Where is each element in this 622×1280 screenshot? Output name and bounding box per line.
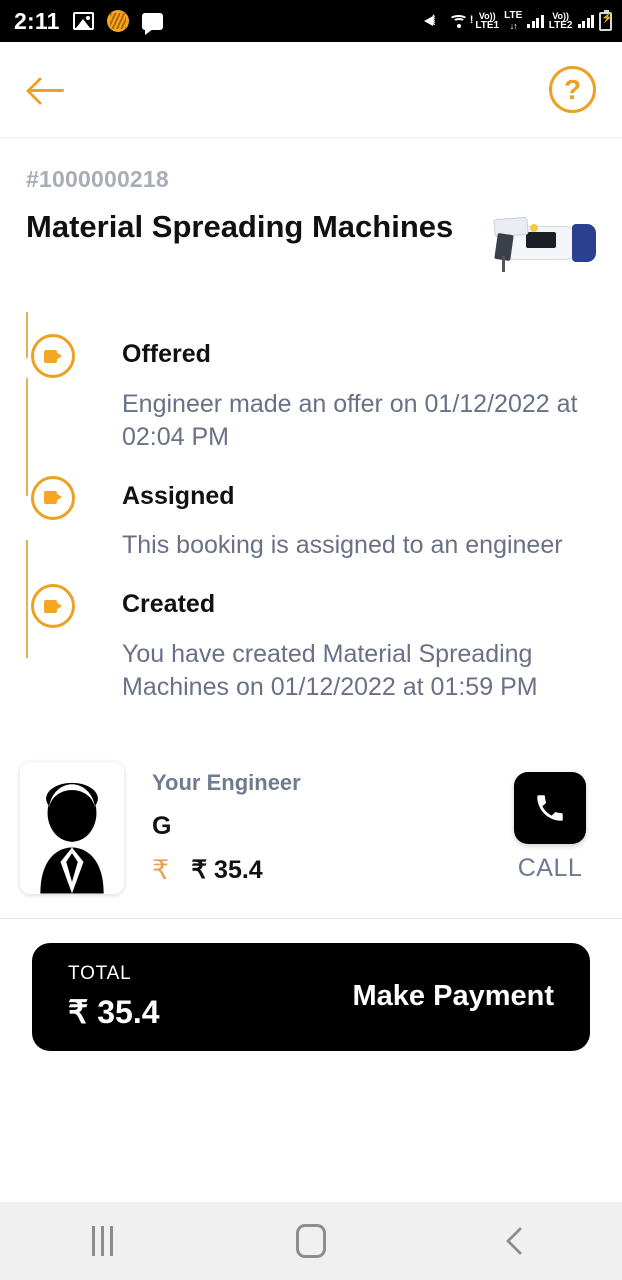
- timeline-status: Created: [122, 590, 216, 618]
- back-icon[interactable]: [505, 1226, 535, 1256]
- timeline-status: Offered: [122, 340, 211, 368]
- payment-total-block: TOTAL ₹ 35.4: [68, 963, 160, 1031]
- timeline-item: Assigned This booking is assigned to an …: [26, 475, 596, 563]
- video-camera-icon: [31, 475, 75, 520]
- page-title: Material Spreading Machines: [26, 209, 454, 244]
- phone-icon: [537, 795, 563, 821]
- engineer-name: G: [152, 812, 172, 840]
- status-bar-right: ⦚ ! Vo)) LTE1 LTE ↓↑ Vo)) LTE2: [424, 9, 612, 32]
- person-silhouette-icon: [40, 782, 104, 893]
- engineer-label: Your Engineer: [152, 770, 301, 795]
- status-timeline: Offered Engineer made an offer on 01/12/…: [0, 312, 622, 704]
- home-icon[interactable]: [296, 1224, 327, 1258]
- video-camera-icon: [31, 334, 75, 378]
- engineer-card: Your Engineer G ₹ ₹ 35.4 CALL: [0, 761, 622, 894]
- engineer-info: Your Engineer G ₹ ₹ 35.4: [124, 770, 498, 885]
- product-image: [486, 210, 596, 284]
- status-bar: 2:11 ⦚ ! Vo)) LTE1 LTE ↓↑ Vo)) LTE2: [0, 0, 622, 42]
- volte1-icon: Vo)) LTE1: [475, 11, 500, 31]
- recents-icon[interactable]: [91, 1226, 113, 1256]
- volte2-icon: Vo)) LTE2: [548, 11, 573, 31]
- timeline-status: Assigned: [122, 481, 235, 510]
- signal-bars-sim1-icon: [527, 14, 544, 28]
- wifi-icon: !: [449, 13, 473, 29]
- android-nav-bar: [0, 1202, 622, 1280]
- order-header-text: #1000000218 Material Spreading Machines: [26, 166, 453, 247]
- battery-charging-icon: [599, 9, 612, 31]
- app-icon: [106, 10, 129, 32]
- video-camera-icon: [31, 584, 75, 628]
- timeline-description: This booking is assigned to an engineer: [122, 531, 563, 559]
- payment-area: TOTAL ₹ 35.4 Make Payment: [0, 919, 622, 1051]
- app-screen: 2:11 ⦚ ! Vo)) LTE1 LTE ↓↑ Vo)) LTE2 ⚡ ? …: [0, 0, 622, 1280]
- avatar: [20, 761, 124, 894]
- call-block: CALL: [498, 772, 602, 883]
- make-payment-button[interactable]: TOTAL ₹ 35.4 Make Payment: [32, 942, 590, 1051]
- signal-bars-sim2-icon: [577, 14, 594, 28]
- call-button[interactable]: [514, 772, 586, 844]
- gallery-icon: [72, 12, 94, 30]
- payment-total-amount: ₹ 35.4: [68, 993, 160, 1030]
- engineer-price: ₹ 35.4: [191, 856, 263, 884]
- status-clock: 2:11: [14, 7, 60, 34]
- message-icon: [141, 12, 163, 35]
- status-bar-left: 2:11: [14, 8, 163, 35]
- lte-data-icon: LTE ↓↑: [504, 10, 523, 32]
- timeline-item: Created You have created Material Spread…: [26, 584, 596, 704]
- call-label: CALL: [517, 854, 583, 882]
- help-icon[interactable]: ?: [549, 66, 596, 113]
- rupee-icon: ₹: [152, 854, 170, 885]
- timeline-item: Offered Engineer made an offer on 01/12/…: [26, 334, 596, 454]
- order-header: #1000000218 Material Spreading Machines: [0, 138, 622, 284]
- timeline-description: Engineer made an offer on 01/12/2022 at …: [122, 389, 578, 451]
- make-payment-label: Make Payment: [352, 980, 555, 1012]
- app-bar: ?: [0, 42, 622, 138]
- payment-total-label: TOTAL: [68, 962, 132, 984]
- order-id: #1000000218: [26, 166, 169, 192]
- back-arrow-icon[interactable]: [30, 75, 68, 105]
- engineer-price-row: ₹ ₹ 35.4: [152, 855, 498, 885]
- mute-icon: ⦚: [424, 13, 444, 29]
- timeline-description: You have created Material Spreading Mach…: [122, 639, 538, 701]
